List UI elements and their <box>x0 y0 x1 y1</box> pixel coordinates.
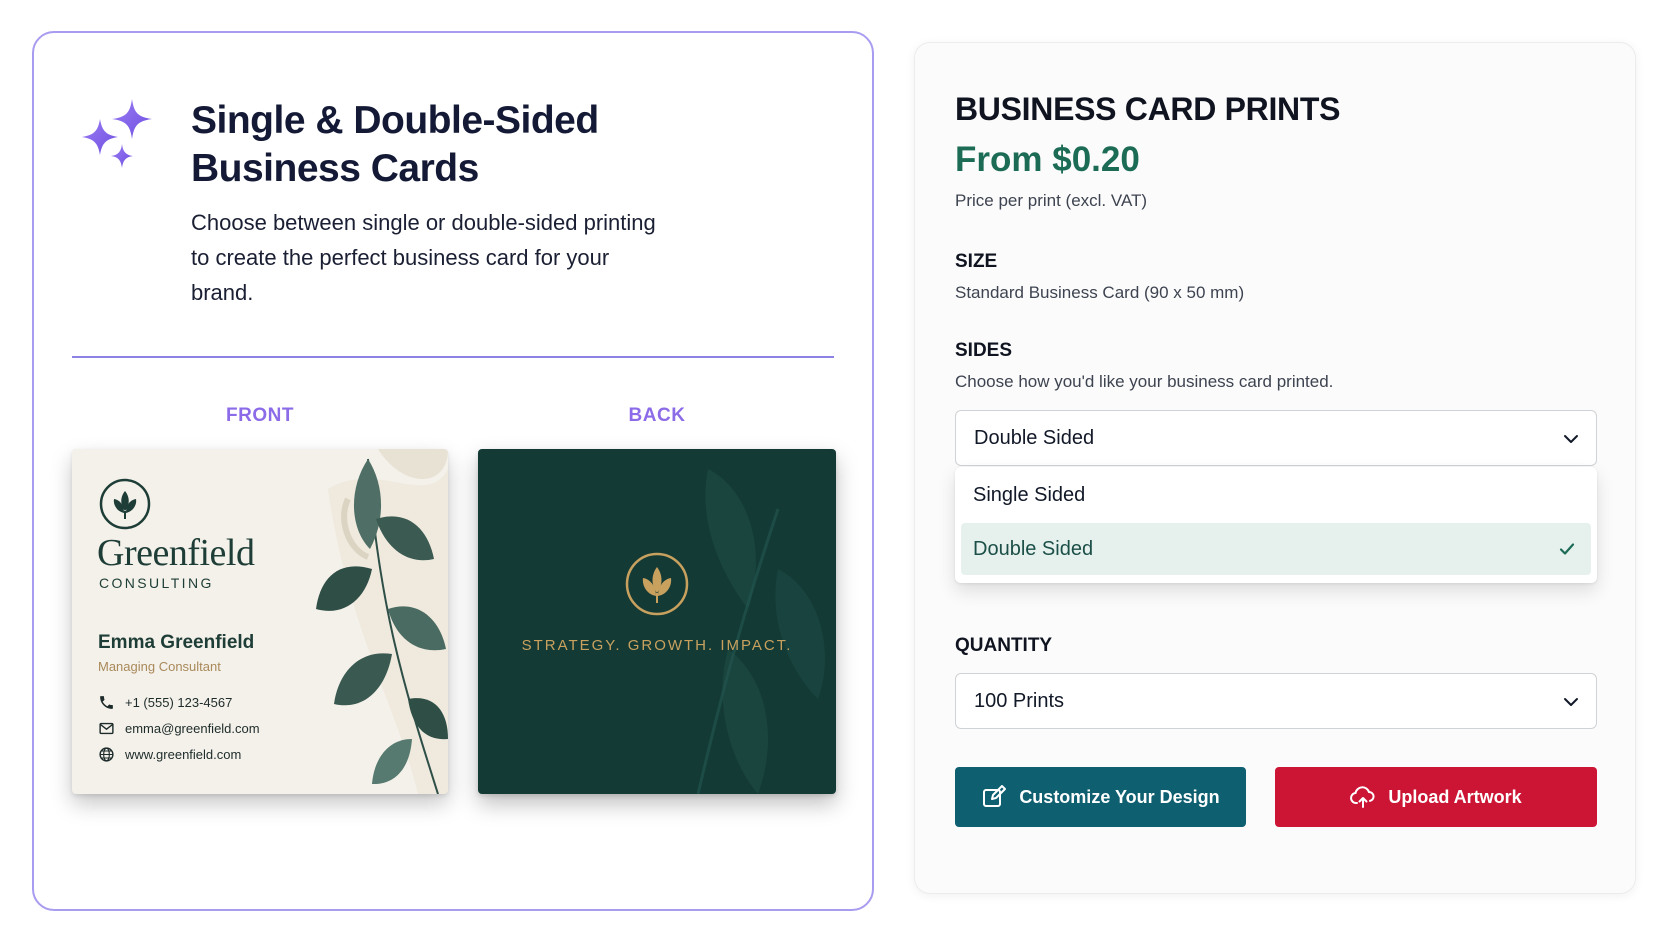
back-tagline: STRATEGY. GROWTH. IMPACT. <box>521 637 793 654</box>
feature-panel: Single & Double-Sided Business Cards Cho… <box>32 31 874 911</box>
sides-select[interactable]: Double Sided <box>955 410 1597 466</box>
customize-design-label: Customize Your Design <box>1019 786 1220 807</box>
contact-name: Emma Greenfield <box>98 632 255 653</box>
contact-email: emma@greenfield.com <box>98 720 260 737</box>
sides-option-double[interactable]: Double Sided <box>961 523 1591 575</box>
checkmark-icon <box>1559 543 1575 555</box>
price-note: Price per print (excl. VAT) <box>955 191 1148 210</box>
price: From $0.20 <box>955 140 1140 179</box>
phone-text: +1 (555) 123-4567 <box>125 695 233 710</box>
back-card-preview: STRATEGY. GROWTH. IMPACT. <box>478 449 836 794</box>
contact-phone: +1 (555) 123-4567 <box>98 694 232 711</box>
product-options-panel: BUSINESS CARD PRINTS From $0.20 Price pe… <box>914 42 1636 894</box>
front-card-preview: Greenfield CONSULTING Emma Greenfield Ma… <box>72 449 448 794</box>
brand-name: Greenfield <box>97 532 255 574</box>
quantity-label: QUANTITY <box>955 635 1053 656</box>
contact-role: Managing Consultant <box>98 659 221 674</box>
email-text: emma@greenfield.com <box>125 721 260 736</box>
leaf-logo-icon <box>625 552 689 616</box>
back-label: BACK <box>628 405 686 426</box>
divider <box>72 356 834 358</box>
chevron-down-icon <box>1564 698 1578 706</box>
sides-dropdown-menu: Single Sided Double Sided <box>955 467 1597 583</box>
chevron-down-icon <box>1564 435 1578 443</box>
upload-artwork-label: Upload Artwork <box>1388 786 1522 807</box>
leaf-logo-icon <box>99 478 151 530</box>
sides-select-value: Double Sided <box>974 426 1095 449</box>
feature-title: Single & Double-Sided Business Cards <box>191 99 599 190</box>
phone-icon <box>100 696 113 709</box>
size-value: Standard Business Card (90 x 50 mm) <box>955 283 1245 302</box>
leaf-illustration <box>316 449 448 794</box>
mail-icon <box>99 722 114 735</box>
feature-description: Choose between single or double-sided pr… <box>191 210 656 305</box>
option-label: Double Sided <box>973 537 1094 560</box>
sparkles-icon <box>82 99 152 168</box>
website-text: www.greenfield.com <box>125 747 242 762</box>
customize-design-button[interactable]: Customize Your Design <box>955 767 1246 827</box>
sides-option-single[interactable]: Single Sided <box>961 469 1591 521</box>
front-label: FRONT <box>226 405 294 426</box>
quantity-select-value: 100 Prints <box>974 689 1065 712</box>
contact-website: www.greenfield.com <box>98 746 241 763</box>
brand-subtitle: CONSULTING <box>99 575 214 591</box>
cloud-upload-icon <box>1350 786 1375 808</box>
quantity-select[interactable]: 100 Prints <box>955 673 1597 729</box>
sides-label: SIDES <box>955 340 1013 361</box>
product-title: BUSINESS CARD PRINTS <box>955 91 1341 127</box>
sides-help-text: Choose how you'd like your business card… <box>955 372 1334 391</box>
leaf-pattern <box>696 469 825 794</box>
edit-icon <box>983 785 1007 807</box>
option-label: Single Sided <box>973 483 1086 506</box>
size-label: SIZE <box>955 251 998 272</box>
globe-icon <box>99 747 114 762</box>
upload-artwork-button[interactable]: Upload Artwork <box>1275 767 1597 827</box>
